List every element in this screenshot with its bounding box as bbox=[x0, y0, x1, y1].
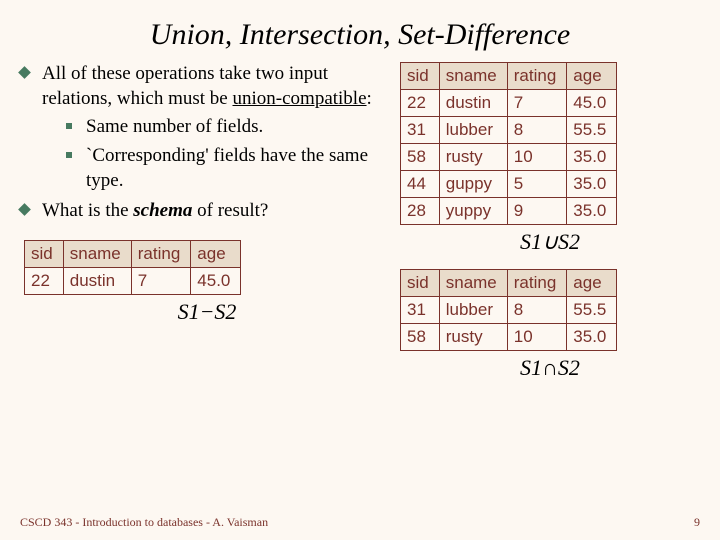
diamond-bullet-icon bbox=[18, 66, 31, 79]
cell: dustin bbox=[63, 268, 131, 295]
diff-table-wrap: sid sname rating age 22 dustin 7 45.0 S1… bbox=[24, 240, 390, 325]
cell: 22 bbox=[401, 90, 440, 117]
cell: 7 bbox=[507, 90, 567, 117]
inter-table: sid sname rating age 31lubber855.5 58rus… bbox=[400, 269, 617, 351]
col-sid: sid bbox=[401, 63, 440, 90]
cell: 35.0 bbox=[567, 198, 617, 225]
bullet-list: All of these operations take two input r… bbox=[20, 62, 390, 224]
table-row: 31lubber855.5 bbox=[401, 117, 617, 144]
cell: lubber bbox=[439, 117, 507, 144]
cell: 55.5 bbox=[567, 117, 617, 144]
cell: 7 bbox=[131, 268, 191, 295]
table-row: 44guppy535.0 bbox=[401, 171, 617, 198]
square-bullet-icon bbox=[66, 123, 72, 129]
sub-1: Same number of fields. bbox=[66, 115, 390, 140]
bullet-2-text-a: What is the bbox=[42, 200, 133, 221]
sub-2: `Corresponding' fields have the same typ… bbox=[66, 144, 390, 193]
table-header-row: sid sname rating age bbox=[25, 241, 241, 268]
cell: rusty bbox=[439, 324, 507, 351]
bullet-2-text-c: of result? bbox=[192, 200, 268, 221]
cell: 22 bbox=[25, 268, 64, 295]
cell: 31 bbox=[401, 297, 440, 324]
table-row: 22dustin745.0 bbox=[401, 90, 617, 117]
table-header-row: sid sname rating age bbox=[401, 63, 617, 90]
col-sname: sname bbox=[439, 63, 507, 90]
cell: 10 bbox=[507, 144, 567, 171]
table-row: 31lubber855.5 bbox=[401, 297, 617, 324]
square-bullet-icon bbox=[66, 152, 72, 158]
bullet-2: What is the schema of result? bbox=[20, 199, 390, 224]
table-row: 58rusty1035.0 bbox=[401, 144, 617, 171]
table-row: 58rusty1035.0 bbox=[401, 324, 617, 351]
table-row: 28yuppy935.0 bbox=[401, 198, 617, 225]
cell: 44 bbox=[401, 171, 440, 198]
inter-caption: S1∩S2 bbox=[400, 355, 700, 381]
content-area: All of these operations take two input r… bbox=[0, 62, 720, 395]
cell: 35.0 bbox=[567, 324, 617, 351]
col-sname: sname bbox=[63, 241, 131, 268]
union-table: sid sname rating age 22dustin745.0 31lub… bbox=[400, 62, 617, 225]
sub-1-text: Same number of fields. bbox=[86, 116, 263, 137]
col-age: age bbox=[567, 63, 617, 90]
bullet-1: All of these operations take two input r… bbox=[20, 62, 390, 193]
cell: 8 bbox=[507, 117, 567, 144]
bullet-1-uc: union-compatible bbox=[233, 88, 367, 109]
col-rating: rating bbox=[131, 241, 191, 268]
cell: 58 bbox=[401, 144, 440, 171]
footer-left: CSCD 343 - Introduction to databases - A… bbox=[20, 515, 268, 530]
cell: yuppy bbox=[439, 198, 507, 225]
cell: 35.0 bbox=[567, 171, 617, 198]
diff-caption: S1−S2 bbox=[24, 299, 390, 325]
cell: 55.5 bbox=[567, 297, 617, 324]
cell: 5 bbox=[507, 171, 567, 198]
cell: 35.0 bbox=[567, 144, 617, 171]
diff-table: sid sname rating age 22 dustin 7 45.0 bbox=[24, 240, 241, 295]
table-row: 22 dustin 7 45.0 bbox=[25, 268, 241, 295]
footer: CSCD 343 - Introduction to databases - A… bbox=[20, 515, 700, 530]
cell: 45.0 bbox=[567, 90, 617, 117]
left-column: All of these operations take two input r… bbox=[20, 62, 400, 395]
sub-list: Same number of fields. `Corresponding' f… bbox=[42, 115, 390, 193]
col-age: age bbox=[567, 270, 617, 297]
slide-title: Union, Intersection, Set-Difference bbox=[0, 0, 720, 62]
union-caption: S1∪S2 bbox=[400, 229, 700, 255]
page-number: 9 bbox=[694, 515, 700, 530]
cell: rusty bbox=[439, 144, 507, 171]
table-header-row: sid sname rating age bbox=[401, 270, 617, 297]
cell: dustin bbox=[439, 90, 507, 117]
cell: 31 bbox=[401, 117, 440, 144]
bullet-2-schema: schema bbox=[133, 200, 192, 221]
col-sid: sid bbox=[401, 270, 440, 297]
col-rating: rating bbox=[507, 63, 567, 90]
cell: 28 bbox=[401, 198, 440, 225]
cell: 45.0 bbox=[191, 268, 241, 295]
diamond-bullet-icon bbox=[18, 204, 31, 217]
col-rating: rating bbox=[507, 270, 567, 297]
col-age: age bbox=[191, 241, 241, 268]
sub-2-text: `Corresponding' fields have the same typ… bbox=[86, 145, 368, 191]
cell: 9 bbox=[507, 198, 567, 225]
cell: lubber bbox=[439, 297, 507, 324]
bullet-1-text-b: : bbox=[367, 88, 372, 109]
cell: 58 bbox=[401, 324, 440, 351]
col-sname: sname bbox=[439, 270, 507, 297]
cell: guppy bbox=[439, 171, 507, 198]
right-column: sid sname rating age 22dustin745.0 31lub… bbox=[400, 62, 700, 395]
col-sid: sid bbox=[25, 241, 64, 268]
cell: 10 bbox=[507, 324, 567, 351]
cell: 8 bbox=[507, 297, 567, 324]
